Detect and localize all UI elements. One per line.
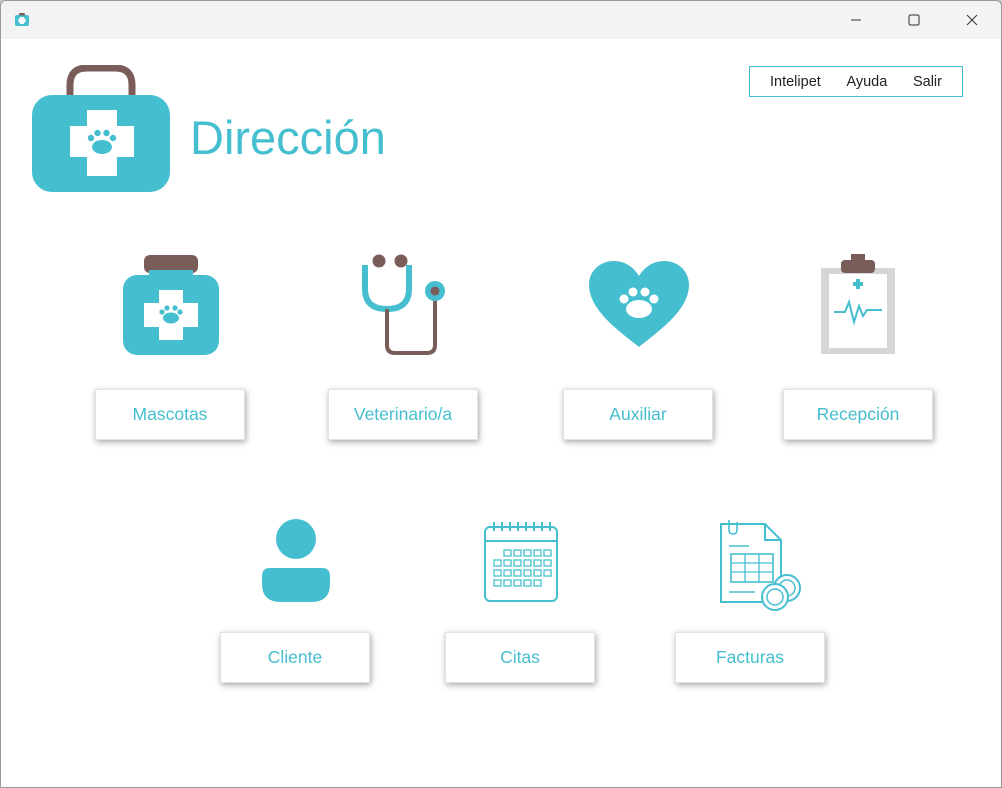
clipboard-heartbeat-icon (821, 254, 895, 354)
page-title: Dirección (190, 111, 386, 164)
app-icon (15, 13, 29, 26)
title-bar (1, 1, 1001, 39)
maximize-button[interactable] (885, 1, 943, 39)
minimize-button[interactable] (827, 1, 885, 39)
medical-bag-paw-icon (32, 65, 170, 192)
close-button[interactable] (943, 1, 1001, 39)
menu-item-intelipet[interactable]: Intelipet (770, 74, 821, 90)
veterinario-button[interactable]: Veterinario/a (328, 389, 478, 440)
invoice-icon (720, 520, 801, 611)
facturas-button[interactable]: Facturas (675, 632, 825, 683)
auxiliar-button[interactable]: Auxiliar (563, 389, 713, 440)
citas-button[interactable]: Citas (445, 632, 595, 683)
menu-item-salir[interactable]: Salir (913, 74, 942, 90)
minimize-icon (851, 19, 861, 21)
heart-paw-icon (589, 261, 689, 347)
app-window: Intelipet Ayuda Salir Dirección Mascotas… (0, 0, 1002, 788)
pet-medicine-jar-icon (123, 255, 219, 355)
maximize-icon (908, 14, 920, 26)
recepcion-button[interactable]: Recepción (783, 389, 933, 440)
menu-item-ayuda[interactable]: Ayuda (846, 74, 887, 90)
top-menu: Intelipet Ayuda Salir (749, 66, 963, 97)
user-icon (262, 519, 330, 602)
mascotas-button[interactable]: Mascotas (95, 389, 245, 440)
cliente-button[interactable]: Cliente (220, 632, 370, 683)
close-icon (966, 14, 978, 26)
stethoscope-icon (362, 254, 445, 355)
calendar-icon (484, 522, 558, 602)
